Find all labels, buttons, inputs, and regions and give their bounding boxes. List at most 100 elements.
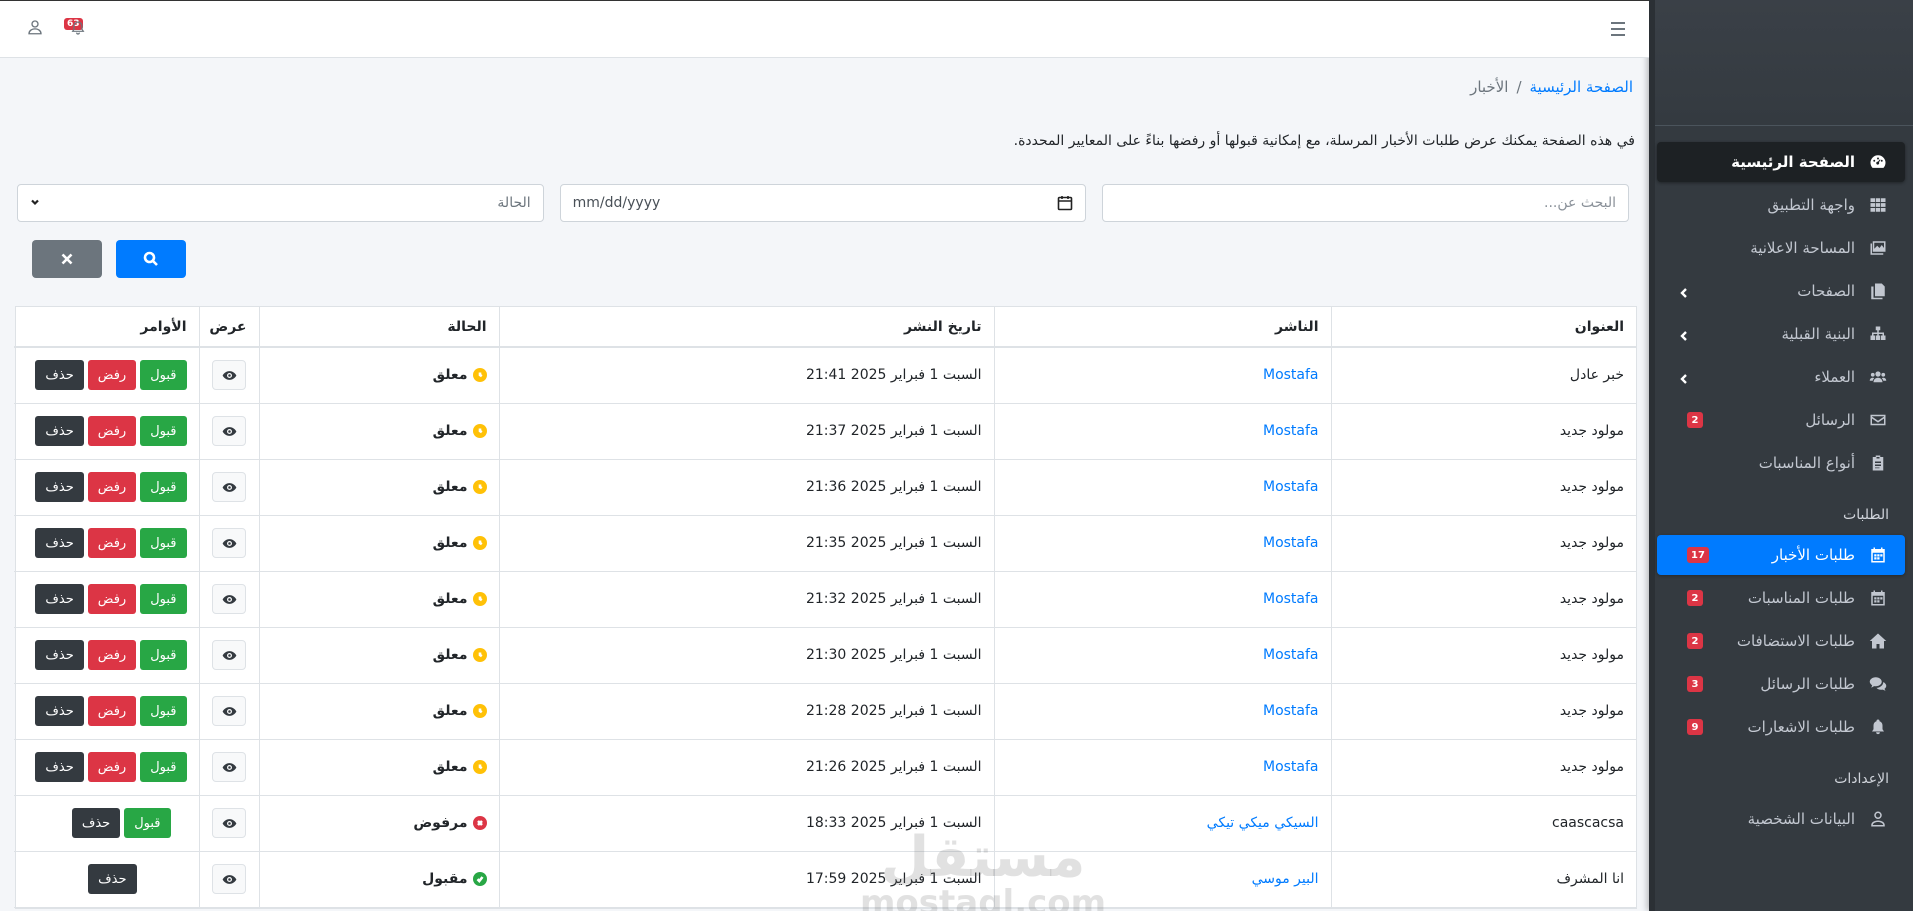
reject-button[interactable]: رفض	[87, 528, 137, 558]
accept-button[interactable]: قبول	[140, 584, 187, 614]
view-button[interactable]	[212, 472, 246, 502]
cell-publisher-link[interactable]: Mostafa	[994, 459, 1332, 516]
sidebar: الصفحة الرئيسية واجهة التطبيق المساحة ال…	[1649, 0, 1913, 911]
delete-button[interactable]: حذف	[35, 472, 84, 502]
reject-button[interactable]: رفض	[87, 472, 137, 502]
accept-button[interactable]: قبول	[124, 808, 171, 838]
cell-view	[199, 459, 260, 516]
view-button[interactable]	[212, 360, 246, 391]
cell-publisher-link[interactable]: Mostafa	[994, 739, 1332, 796]
delete-button[interactable]: حذف	[71, 808, 121, 838]
home-icon	[1867, 630, 1889, 652]
chevron-left-icon	[1679, 286, 1689, 298]
reject-button[interactable]: رفض	[87, 752, 137, 782]
cell-publisher-link[interactable]: Mostafa	[994, 515, 1332, 572]
delete-button[interactable]: حذف	[35, 640, 84, 670]
calendar-icon[interactable]	[1057, 195, 1073, 211]
notifications-button[interactable]: 63	[64, 18, 88, 40]
delete-button[interactable]: حذف	[35, 528, 84, 558]
view-button[interactable]	[212, 864, 246, 894]
sidebar-item-ad-space[interactable]: المساحة الاعلانية	[1657, 228, 1905, 268]
hamburger-menu-icon[interactable]	[1607, 18, 1629, 40]
accept-button[interactable]: قبول	[140, 416, 187, 446]
reject-button[interactable]: رفض	[87, 360, 137, 391]
sidebar-item-hosting-requests[interactable]: طلبات الاستضافات 2	[1657, 621, 1905, 661]
view-button[interactable]	[212, 752, 246, 782]
status-text: معلق	[432, 478, 468, 495]
cell-publisher-link[interactable]: Mostafa	[994, 627, 1332, 684]
view-button[interactable]	[212, 528, 246, 558]
sidebar-item-notification-requests[interactable]: طلبات الاشعارات 9	[1657, 707, 1905, 747]
cell-status: معلق	[259, 627, 500, 684]
accept-button[interactable]: قبول	[140, 472, 187, 502]
cell-publisher-link[interactable]: Mostafa	[994, 403, 1332, 460]
cell-status: معلق	[259, 459, 500, 516]
breadcrumb-home-link[interactable]: الصفحة الرئيسية	[1530, 78, 1634, 96]
view-button[interactable]	[212, 584, 246, 614]
column-header-actions: الأوامر	[14, 307, 200, 348]
status-select[interactable]: الحالة	[16, 184, 544, 222]
sidebar-item-label: العملاء	[1814, 368, 1855, 386]
sidebar-item-app-interface[interactable]: واجهة التطبيق	[1657, 185, 1905, 225]
cell-date: السبت 1 فبراير 2025 21:36	[499, 459, 995, 516]
cell-publisher-link[interactable]: Mostafa	[994, 571, 1332, 628]
cell-publisher-link[interactable]: السيكي ميكي تيكي	[994, 795, 1332, 852]
sidebar-item-pages[interactable]: الصفحات	[1657, 271, 1905, 311]
search-button[interactable]	[116, 240, 186, 278]
status-text: معلق	[432, 646, 468, 663]
accept-button[interactable]: قبول	[140, 528, 187, 558]
sidebar-item-message-requests[interactable]: طلبات الرسائل 3	[1657, 664, 1905, 704]
delete-button[interactable]: حذف	[35, 416, 84, 446]
calendar-icon	[1867, 587, 1889, 609]
accept-button[interactable]: قبول	[140, 696, 187, 726]
view-button[interactable]	[212, 808, 246, 838]
delete-button[interactable]: حذف	[35, 752, 84, 782]
status-badge: معلق	[433, 479, 487, 495]
sidebar-item-profile[interactable]: البيانات الشخصية	[1657, 799, 1905, 839]
cell-publisher-link[interactable]: Mostafa	[994, 347, 1332, 404]
view-button[interactable]	[212, 696, 246, 726]
delete-button[interactable]: حذف	[35, 584, 84, 614]
sidebar-item-tribal-structure[interactable]: البنية القبلية	[1657, 314, 1905, 354]
cell-publisher-link[interactable]: Mostafa	[994, 683, 1332, 740]
clear-filters-button[interactable]	[32, 240, 102, 278]
sidebar-item-dashboard[interactable]: الصفحة الرئيسية	[1657, 142, 1905, 182]
row-actions: قبول رفض حذف	[26, 640, 187, 670]
view-button[interactable]	[212, 640, 246, 670]
sidebar-item-event-requests[interactable]: طلبات المناسبات 2	[1657, 578, 1905, 618]
search-input[interactable]	[1115, 185, 1616, 221]
close-icon	[61, 253, 73, 265]
sidebar-scrollbar[interactable]	[1649, 0, 1655, 911]
event-requests-badge: 2	[1687, 590, 1703, 606]
sidebar-item-clients[interactable]: العملاء	[1657, 357, 1905, 397]
accept-button[interactable]: قبول	[140, 640, 187, 670]
table-body: خبر عادل Mostafa السبت 1 فبراير 2025 21:…	[14, 347, 1636, 908]
reject-button[interactable]: رفض	[87, 584, 137, 614]
user-menu-button[interactable]	[24, 18, 44, 38]
bell-icon	[71, 21, 85, 35]
reject-button[interactable]: رفض	[87, 640, 137, 670]
delete-button[interactable]: حذف	[88, 864, 137, 894]
table-row: مولود جديد Mostafa السبت 1 فبراير 2025 2…	[14, 571, 1636, 628]
sidebar-item-messages[interactable]: الرسائل 2	[1657, 400, 1905, 440]
sidebar-item-news-requests[interactable]: طلبات الأخبار 17	[1657, 535, 1905, 575]
sidebar-item-event-types[interactable]: أنواع المناسبات	[1657, 443, 1905, 483]
date-input[interactable]: mm/dd/yyyy	[573, 195, 661, 211]
cell-publisher-link[interactable]: البير موسي	[994, 851, 1332, 908]
delete-button[interactable]: حذف	[35, 360, 84, 391]
cell-title: مولود جديد	[1331, 459, 1636, 516]
delete-button[interactable]: حذف	[35, 696, 84, 726]
date-filter[interactable]: mm/dd/yyyy	[559, 184, 1087, 222]
status-badge: معلق	[433, 759, 487, 775]
sidebar-item-label: الصفحات	[1797, 282, 1855, 300]
status-icon	[472, 759, 487, 774]
accept-button[interactable]: قبول	[140, 752, 187, 782]
reject-button[interactable]: رفض	[87, 416, 137, 446]
eye-icon	[222, 370, 236, 380]
user-icon	[1867, 808, 1889, 830]
accept-button[interactable]: قبول	[140, 360, 187, 391]
view-button[interactable]	[212, 416, 246, 446]
status-text: مقبول	[422, 870, 468, 887]
reject-button[interactable]: رفض	[87, 696, 137, 726]
search-field[interactable]	[1102, 184, 1629, 222]
